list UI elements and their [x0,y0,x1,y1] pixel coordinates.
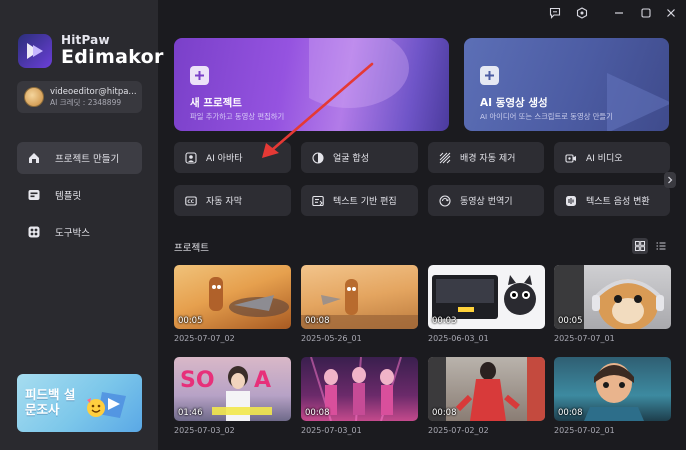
tool-label: AI 아바타 [206,154,243,164]
project-thumbnail[interactable]: 00:03 [428,265,545,329]
project-thumbnail[interactable]: 00:05 [174,265,291,329]
home-icon [27,151,41,165]
tool-video-translator[interactable]: 동영상 번역기 [428,185,544,216]
settings-icon[interactable] [575,6,589,20]
duration-label: 01:46 [178,408,203,418]
ai-video-generate-card[interactable]: AI 동영상 생성 AI 아이디어 또는 스크립트로 동영상 만들기 [464,38,669,131]
face-swap-icon [311,151,324,164]
tool-ai-avatar[interactable]: AI 아바타 [174,142,291,173]
chevron-right-icon [668,176,673,184]
account-email: videoeditor@hitpa... [50,87,137,97]
brand-name-line2: Edimakor [61,46,164,69]
maximize-icon[interactable] [639,6,653,20]
close-icon[interactable] [664,6,678,20]
tool-label: 텍스트 기반 편집 [333,197,397,207]
project-thumbnail[interactable]: 00:08 [301,357,418,421]
sidebar-item-create-project[interactable]: 프로젝트 만들기 [17,142,142,174]
tool-face-swap[interactable]: 얼굴 합성 [301,142,418,173]
feedback-chat-icon[interactable] [548,6,562,20]
minimize-icon[interactable] [612,6,626,20]
sidebar-item-templates[interactable]: 템플릿 [17,179,142,211]
feedback-survey-banner[interactable]: 피드백 설문조사 [17,374,142,432]
grid-view-button[interactable] [632,238,648,254]
duration-label: 00:05 [558,316,583,326]
survey-label: 피드백 설문조사 [25,387,76,417]
tool-background-remove[interactable]: 배경 자동 제거 [428,142,544,173]
duration-label: 00:08 [432,408,457,418]
tool-label: 얼굴 합성 [333,154,369,164]
svg-text:CC: CC [187,199,194,205]
caption-icon: CC [184,194,197,207]
projects-section-title: 프로젝트 [174,243,209,254]
ai-credits: AI 크레딧 : 2348899 [50,97,122,107]
sidebar-item-label: 템플릿 [55,191,82,202]
ai-video-icon [564,151,577,164]
grid-view-icon [635,241,645,251]
tool-label: 텍스트 음성 변환 [586,197,650,207]
new-project-title: 새 프로젝트 [190,97,242,109]
project-name: 2025-07-03_01 [301,426,362,435]
brand: HitPaw Edimakor [18,33,164,69]
tool-auto-caption[interactable]: CC 자동 자막 [174,185,291,216]
tool-label: 자동 자막 [206,197,242,207]
new-project-subtitle: 파일 추가하고 동영상 편집하기 [190,112,285,121]
project-thumbnail[interactable]: 00:08 [554,357,671,421]
list-view-icon [656,242,666,250]
sidebar-item-label: 프로젝트 만들기 [55,154,120,165]
add-icon [480,66,499,85]
ai-video-title: AI 동영상 생성 [480,97,548,109]
add-icon [190,66,209,85]
background-remove-icon [438,151,451,164]
tool-label: 동영상 번역기 [460,197,513,207]
duration-label: 00:08 [558,408,583,418]
new-project-card[interactable]: 새 프로젝트 파일 추가하고 동영상 편집하기 [174,38,449,131]
tool-label: AI 비디오 [586,154,623,164]
project-thumbnail[interactable]: 00:08 [301,265,418,329]
project-thumbnail[interactable]: 00:05 [554,265,671,329]
tools-next-button[interactable] [664,172,676,188]
project-name: 2025-07-02_01 [554,426,615,435]
toolbox-icon [27,225,41,239]
list-view-button[interactable] [653,238,669,254]
ai-video-subtitle: AI 아이디어 또는 스크립트로 동영상 만들기 [480,112,613,121]
tool-label: 배경 자동 제거 [460,154,516,164]
tool-ai-video[interactable]: AI 비디오 [554,142,670,173]
edimakor-logo-icon [18,34,52,69]
hero-glow-decoration [309,38,409,108]
translate-icon [438,194,451,207]
project-name: 2025-06-03_01 [428,334,489,343]
feedback-emoji-icon [87,392,126,418]
tool-text-based-edit[interactable]: 텍스트 기반 편집 [301,185,418,216]
project-name: 2025-07-07_01 [554,334,615,343]
template-icon [27,188,41,202]
sidebar-item-label: 도구박스 [55,228,90,239]
project-name: 2025-05-26_01 [301,334,362,343]
duration-label: 00:08 [305,316,330,326]
duration-label: 00:03 [432,316,457,326]
sidebar: HitPaw Edimakor videoeditor@hitpa... AI … [0,0,163,450]
sidebar-nav: 프로젝트 만들기 템플릿 도구박스 [17,142,142,253]
svg-text:SO: SO [180,368,215,393]
tool-text-to-speech[interactable]: 텍스트 음성 변환 [554,185,670,216]
duration-label: 00:05 [178,316,203,326]
avatar-icon [184,151,197,164]
account-panel[interactable]: videoeditor@hitpa... AI 크레딧 : 2348899 [17,81,142,113]
project-name: 2025-07-03_02 [174,426,235,435]
project-name: 2025-07-02_02 [428,426,489,435]
text-to-speech-icon [564,194,577,207]
text-edit-icon [311,194,324,207]
project-name: 2025-07-07_02 [174,334,235,343]
avatar[interactable] [24,87,44,107]
project-thumbnail[interactable]: SO A 01:46 [174,357,291,421]
project-thumbnail[interactable]: 00:08 [428,357,545,421]
svg-text:A: A [254,368,271,393]
sidebar-item-toolbox[interactable]: 도구박스 [17,216,142,248]
duration-label: 00:08 [305,408,330,418]
